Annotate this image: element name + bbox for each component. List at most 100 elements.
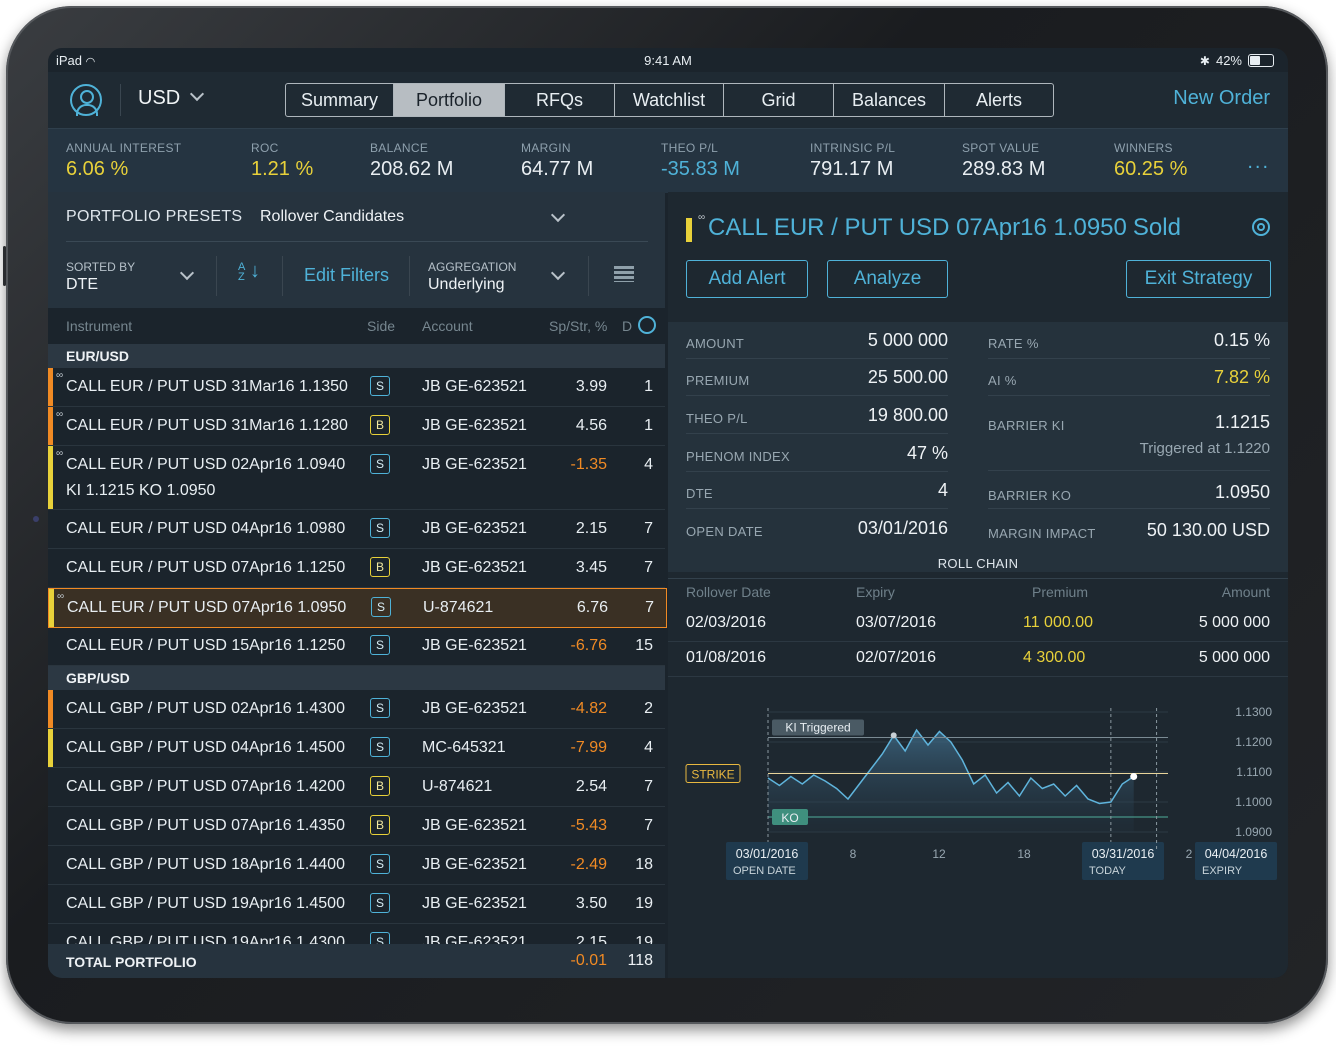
currency-selector[interactable]: USD [138, 86, 204, 110]
table-row[interactable]: CALL GBP / PUT USD 07Apr16 1.4350 B JB GE-… [48, 807, 665, 846]
dte: 18 [635, 856, 653, 873]
table-row[interactable]: CALL GBP / PUT USD 04Apr16 1.4500 S MC-645… [48, 729, 665, 768]
side-badge: S [371, 597, 391, 617]
edit-filters-button[interactable]: Edit Filters [304, 265, 389, 286]
table-row[interactable]: CALL GBP / PUT USD 19Apr16 1.4500 S JB GE-… [48, 885, 665, 924]
side-badge: S [370, 635, 390, 655]
gear-icon[interactable] [638, 316, 656, 334]
presets-dropdown[interactable]: Rollover Candidates [260, 208, 404, 226]
y-tick-label: 1.1000 [1235, 795, 1272, 809]
account: JB GE-623521 [422, 417, 527, 434]
side-badge: S [370, 893, 390, 913]
gear-icon[interactable] [1252, 218, 1270, 236]
analyze-button[interactable]: Analyze [827, 260, 948, 298]
tab-portfolio[interactable]: Portfolio [394, 84, 505, 116]
presets-label: PORTFOLIO PRESETS [66, 208, 243, 225]
barrier-chart: 1.1300 1.1200 1.1100 1.1000 1.0900 KI Trigger… [685, 705, 1277, 880]
barrier-ki-label: BARRIER KI [988, 418, 1065, 433]
field-value: 5 000 000 [867, 330, 948, 350]
add-alert-button[interactable]: Add Alert [686, 260, 808, 298]
more-icon[interactable]: ... [1247, 151, 1270, 174]
barrier-ko-value: 1.0950 [1214, 482, 1270, 502]
table-row[interactable]: CALL EUR / PUT USD 15Apr16 1.1250 S JB GE-… [48, 627, 665, 666]
new-order-button[interactable]: New Order [1173, 87, 1270, 110]
divider [686, 358, 948, 359]
y-tick-label: 1.0900 [1235, 825, 1272, 839]
x-tick-label: 2 [1186, 847, 1193, 861]
chevron-down-icon[interactable] [179, 265, 195, 281]
chevron-down-icon[interactable] [550, 265, 566, 281]
dte: 2 [644, 700, 653, 717]
instrument: CALL EUR / PUT USD 07Apr16 1.0950 [67, 599, 347, 616]
barrier-ki-value: 1.1215 [1214, 412, 1270, 432]
group-header[interactable]: EUR/USD [48, 344, 665, 368]
table-row[interactable]: CALL EUR / PUT USD 04Apr16 1.0980 S JB GE-… [48, 510, 665, 549]
marker-date: 03/31/2016 [1092, 847, 1155, 861]
table-row[interactable]: 01/08/2016 02/07/2016 4 300.00 5 000 000 [668, 641, 1288, 677]
column-side[interactable]: Side [367, 318, 395, 334]
side-status: Sold [1132, 214, 1181, 241]
tab-summary[interactable]: Summary [286, 84, 394, 116]
kpi-value: 1.21 % [251, 158, 314, 180]
y-tick-label: 1.1200 [1235, 735, 1272, 749]
kpi-label: MARGIN [521, 141, 571, 155]
status-time: 9:41 AM [644, 53, 692, 68]
strike-label: STRIKE [691, 768, 734, 782]
account: JB GE-623521 [422, 856, 527, 873]
marker-date: 03/01/2016 [736, 847, 799, 861]
table-row[interactable]: ∞ CALL EUR / PUT USD 07Apr16 1.0950 S U-874… [48, 588, 667, 628]
rollover-date: 02/03/2016 [686, 614, 767, 631]
table-row[interactable]: CALL GBP / PUT USD 07Apr16 1.4200 B U-8746… [48, 768, 665, 807]
column-instrument[interactable]: Instrument [66, 318, 132, 334]
tab-watchlist[interactable]: Watchlist [615, 84, 724, 116]
aggregation-dropdown[interactable]: Underlying [428, 276, 504, 294]
field-label: PHENOM INDEX [686, 449, 791, 464]
column-d[interactable]: D [622, 318, 632, 334]
side-badge: B [370, 776, 390, 796]
column-account[interactable]: Account [422, 318, 473, 334]
table-row[interactable]: ∞ CALL EUR / PUT USD 31Mar16 1.1280 B JB GE… [48, 407, 665, 446]
kpi-label: WINNERS [1114, 141, 1173, 155]
y-tick-label: 1.1300 [1235, 705, 1272, 719]
tab-rfqs[interactable]: RFQs [505, 84, 615, 116]
tab-grid[interactable]: Grid [724, 84, 834, 116]
group-label: EUR/USD [66, 348, 130, 364]
link-icon: ∞ [56, 448, 64, 459]
table-row[interactable]: 02/03/2016 03/07/2016 11 000.00 5 000 000 [668, 606, 1288, 642]
roll-chain-header: Rollover Date Expiry Premium Amount [668, 578, 1288, 604]
sort-direction-icon[interactable]: AZ [238, 262, 245, 283]
table-row[interactable]: CALL GBP / PUT USD 18Apr16 1.4400 S JB GE-… [48, 846, 665, 885]
column-spstr[interactable]: Sp/Str, % [549, 318, 607, 334]
columns-icon[interactable] [614, 266, 634, 282]
row-indicator [48, 407, 53, 445]
chevron-down-icon[interactable] [550, 207, 566, 223]
volume-button [3, 246, 6, 286]
account: JB GE-623521 [422, 637, 527, 654]
tab-alerts[interactable]: Alerts [945, 84, 1053, 116]
table-row[interactable]: CALL EUR / PUT USD 07Apr16 1.1250 B JB GE-… [48, 549, 665, 588]
table-row[interactable]: ∞ CALL EUR / PUT USD 31Mar16 1.1350 S JB GE… [48, 368, 665, 407]
group-header[interactable]: GBP/USD [48, 666, 665, 690]
side-badge: S [370, 698, 390, 718]
table-row[interactable]: CALL GBP / PUT USD 02Apr16 1.4300 S JB GE-… [48, 690, 665, 729]
tab-balances[interactable]: Balances [834, 84, 945, 116]
exit-strategy-button[interactable]: Exit Strategy [1126, 260, 1271, 298]
status-bar: iPad ◠ 9:41 AM ✱ 42% [48, 48, 1288, 72]
detail-title: CALL EUR / PUT USD 07Apr16 1.0950 Sold [708, 214, 1181, 242]
dte: 19 [635, 895, 653, 912]
sorted-by-dropdown[interactable]: DTE [66, 276, 98, 294]
kpi-annual-interest: ANNUAL INTEREST 6.06 % [66, 141, 181, 181]
table-row[interactable]: ∞ CALL EUR / PUT USD 02Apr16 1.0940 KI 1.1… [48, 446, 665, 510]
kpi-value: 64.77 M [521, 158, 594, 180]
today-point [1130, 773, 1138, 780]
instrument: CALL GBP / PUT USD 04Apr16 1.4500 [66, 739, 345, 756]
column-amount: Amount [1221, 584, 1270, 600]
portfolio-panel: PORTFOLIO PRESETS Rollover Candidates SO… [48, 192, 667, 978]
instrument: CALL EUR / PUT USD 07Apr16 1.1250 [66, 559, 346, 576]
user-avatar-icon[interactable] [70, 84, 102, 116]
barrier-ki-triggered: Triggered at 1.1220 [1139, 440, 1270, 457]
battery-icon [1248, 54, 1274, 67]
aggregation-label: AGGREGATION [428, 260, 517, 274]
marker-date: 04/04/2016 [1205, 847, 1268, 861]
premium: 4 300.00 [1023, 649, 1086, 666]
